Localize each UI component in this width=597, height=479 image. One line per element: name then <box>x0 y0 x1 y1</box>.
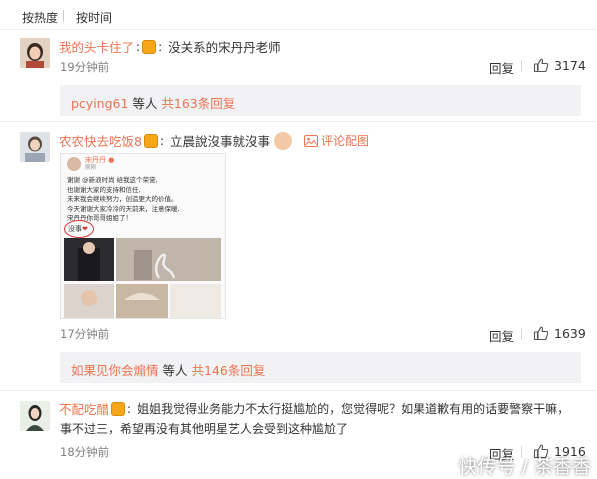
like-count: 1639 <box>554 326 586 341</box>
divider <box>0 390 597 391</box>
comment-3-line: 不配吃醋 : 姐姐我觉得业务能力不太行挺尴尬的，您觉得呢？如果道歉有用的话要警察… <box>59 399 569 418</box>
comment-text-continued: 事不过三，希望再没有其他明星艺人会受到这种尴尬了 <box>60 422 349 436</box>
comment-image-link-label: 评论配图 <box>321 134 370 148</box>
vip-badge-icon <box>111 401 126 416</box>
image-icon <box>304 134 319 147</box>
post-line: 谢谢 @新浪时尚 给我这个荣誉, <box>67 176 158 184</box>
comment-colon: : <box>159 133 165 148</box>
sub-replies-line: pcying61 等人 共163条回复 <box>71 93 235 112</box>
post-sticker-text: 没事 <box>68 225 82 233</box>
reply-button[interactable]: 回复 <box>489 58 514 77</box>
comment-username[interactable]: 我的头卡住了 <box>59 37 134 56</box>
sub-replies-box[interactable]: 如果见你会煽情 等人 共146条回复 <box>60 352 581 383</box>
sub-reply-count[interactable]: 共163条回复 <box>161 96 235 111</box>
sub-replies-box[interactable]: pcying61 等人 共163条回复 <box>60 85 581 116</box>
post-line: 也谢谢大家的支持和信任, <box>67 185 141 194</box>
comment-image-link[interactable]: 评论配图 <box>304 132 369 149</box>
vip-badge-icon <box>143 133 158 148</box>
avatar[interactable] <box>20 38 50 68</box>
comment-timestamp: 19分钟前 <box>60 60 110 74</box>
post-avatar <box>67 157 81 171</box>
sub-reply-mid: 等人 <box>158 363 192 378</box>
sub-reply-mid: 等人 <box>128 96 162 111</box>
avatar-image <box>20 132 50 162</box>
avatar-image <box>20 401 50 431</box>
comment-text: 姐姐我觉得业务能力不太行挺尴尬的，您觉得呢？如果道歉有用的话要警察干嘛， <box>137 402 570 416</box>
comment-colon: : <box>136 39 141 54</box>
avatar-image <box>20 38 50 68</box>
comment-text: 没关系的宋丹丹老师 <box>168 40 281 55</box>
thumbs-up-icon <box>533 326 549 341</box>
reply-button[interactable]: 回复 <box>489 326 514 345</box>
thumbs-up-icon <box>533 58 549 73</box>
sub-reply-user[interactable]: 如果见你会煽情 <box>71 363 159 378</box>
sub-reply-count[interactable]: 共146条回复 <box>191 363 265 378</box>
like-button[interactable] <box>533 325 549 344</box>
comment-timestamp: 17分钟前 <box>60 327 110 341</box>
sort-separator <box>63 10 64 22</box>
post-line: 今天谢谢大家冷冷的天前来，注意保暖, <box>67 204 180 213</box>
action-separator <box>521 328 522 340</box>
emoji-sticker-icon <box>274 131 293 150</box>
comment-text: 立晨說沒事就沒事 <box>170 134 271 149</box>
post-sticker: 没事❤ <box>68 224 88 234</box>
like-count: 3174 <box>554 58 586 73</box>
sort-by-time-tab[interactable]: 按时间 <box>76 9 112 26</box>
comment-colon-2: : <box>158 39 163 54</box>
comment-2-line: 农农快去吃饭8 : 立晨說沒事就沒事 评论配图 <box>59 131 369 150</box>
watermark: 快传号 / 茶香香 <box>458 456 591 478</box>
post-time: 刚刚 <box>85 165 97 171</box>
comment-1-line: 我的头卡住了 : : 没关系的宋丹丹老师 <box>59 37 281 56</box>
sub-reply-user[interactable]: pcying61 <box>71 96 128 111</box>
post-text: 谢谢 @新浪时尚 给我这个荣誉, 也谢谢大家的支持和信任, 未来我会继续努力，创… <box>67 176 180 224</box>
post-line: 未来我会继续努力，创造更大的价值。 <box>67 195 178 203</box>
heart-icon: ❤ <box>82 225 88 233</box>
vip-badge-icon <box>142 39 157 54</box>
divider <box>0 121 597 122</box>
like-button[interactable] <box>533 57 549 76</box>
comment-image[interactable]: 宋丹丹 ● 刚刚 谢谢 @新浪时尚 给我这个荣誉, 也谢谢大家的支持和信任, 未… <box>60 153 226 319</box>
avatar[interactable] <box>20 401 50 431</box>
comment-colon: : <box>127 401 132 416</box>
comment-username[interactable]: 农农快去吃饭8 <box>59 131 142 150</box>
action-separator <box>521 60 522 72</box>
post-photo-grid <box>64 238 221 318</box>
divider <box>0 29 597 30</box>
comment-username[interactable]: 不配吃醋 <box>59 399 109 418</box>
comment-timestamp: 18分钟前 <box>60 445 110 459</box>
avatar[interactable] <box>20 132 50 162</box>
sort-by-hot-tab[interactable]: 按热度 <box>22 9 58 26</box>
sub-replies-line: 如果见你会煽情 等人 共146条回复 <box>71 360 265 379</box>
